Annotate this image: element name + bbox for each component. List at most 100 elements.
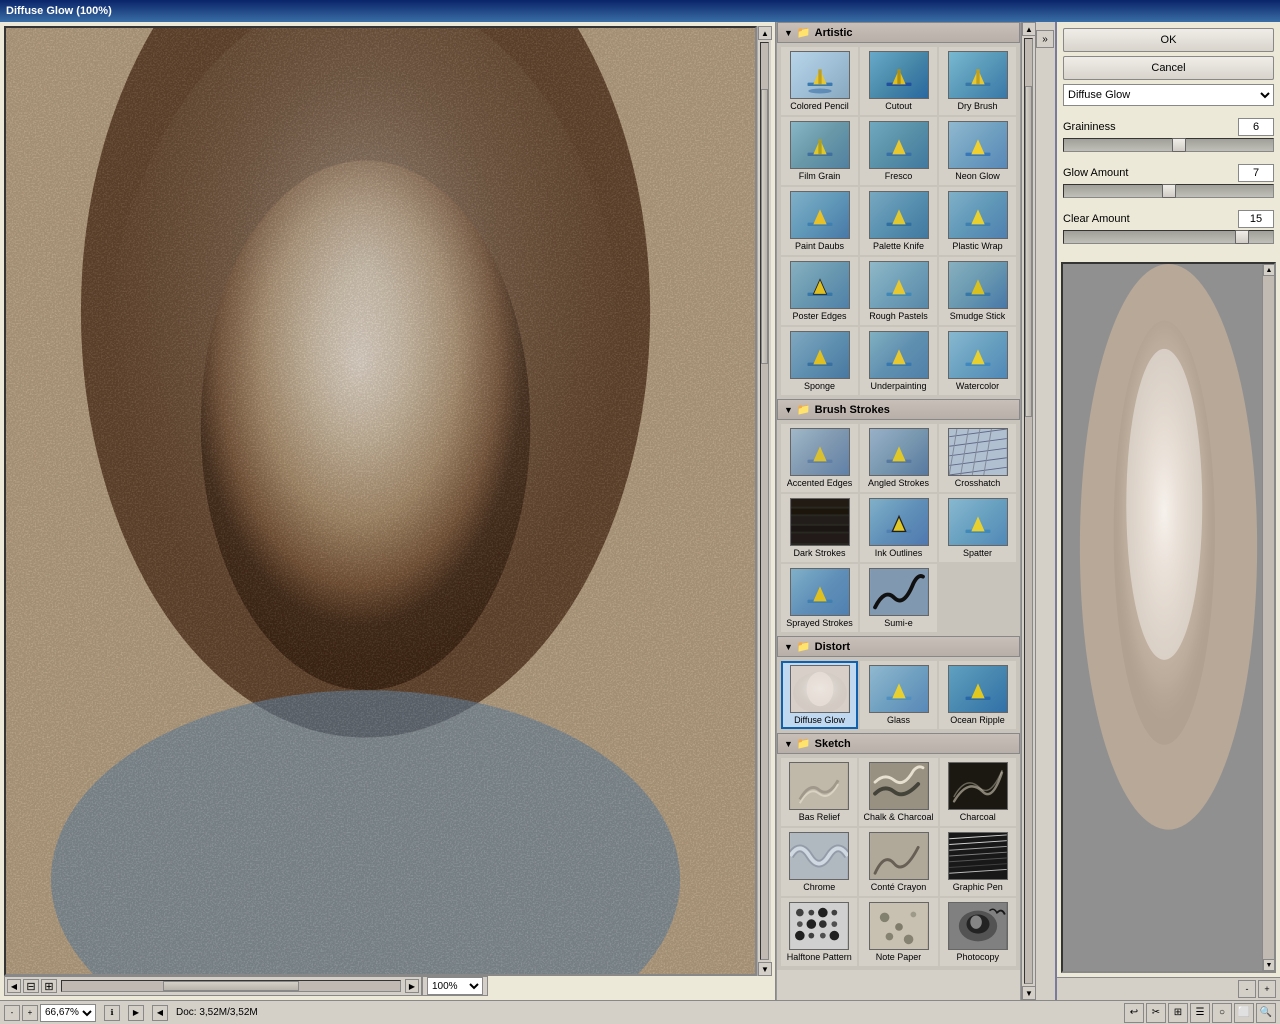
- filter-angled-strokes-thumb: [869, 428, 929, 476]
- toolbar-icon-6[interactable]: ⬜: [1234, 1003, 1254, 1023]
- filter-rough-pastels[interactable]: Rough Pastels: [860, 257, 937, 325]
- filter-paint-daubs[interactable]: Paint Daubs: [781, 187, 858, 255]
- filter-plastic-wrap[interactable]: Plastic Wrap: [939, 187, 1016, 255]
- toolbar-icon-1[interactable]: ↩: [1124, 1003, 1144, 1023]
- filter-dry-brush[interactable]: Dry Brush: [939, 47, 1016, 115]
- status-nav-btn[interactable]: ▶: [128, 1005, 144, 1021]
- filter-conte-crayon[interactable]: Conté Crayon: [859, 828, 937, 896]
- v-scrollbar-track[interactable]: [760, 42, 769, 960]
- filter-fresco[interactable]: Fresco: [860, 117, 937, 185]
- filter-dark-strokes-label: Dark Strokes: [793, 548, 845, 558]
- filters-panel[interactable]: ▼ 📁 Artistic: [776, 22, 1021, 1000]
- filter-accented-edges[interactable]: Accented Edges: [781, 424, 858, 492]
- filter-scroll-up-btn[interactable]: ▲: [1022, 22, 1036, 36]
- filter-angled-strokes[interactable]: Angled Strokes: [860, 424, 937, 492]
- filter-chrome[interactable]: Chrome: [781, 828, 857, 896]
- preview-icons-bar: - +: [1057, 977, 1280, 1000]
- filter-scrollbar-track[interactable]: [1024, 38, 1033, 984]
- filter-film-grain-label: Film Grain: [799, 171, 841, 181]
- filter-diffuse-glow[interactable]: Diffuse Glow: [781, 661, 858, 729]
- scroll-left-btn[interactable]: ◀: [7, 979, 21, 993]
- zoom-out-btn[interactable]: -: [4, 1005, 20, 1021]
- artistic-label: Artistic: [815, 27, 853, 39]
- toolbar-icon-4[interactable]: ☰: [1190, 1003, 1210, 1023]
- category-distort-header[interactable]: ▼ 📁 Distort: [777, 636, 1020, 657]
- filter-smudge-stick[interactable]: Smudge Stick: [939, 257, 1016, 325]
- clear-amount-thumb[interactable]: [1235, 230, 1249, 244]
- filter-chalk-charcoal[interactable]: Chalk & Charcoal: [859, 758, 937, 826]
- status-zoom-select[interactable]: 66,67% 100% 50%: [40, 1004, 96, 1022]
- h-scrollbar-thumb[interactable]: [163, 981, 298, 991]
- filter-sponge[interactable]: Sponge: [781, 327, 858, 395]
- effect-dropdown[interactable]: Diffuse Glow Glass Ocean Ripple: [1063, 84, 1274, 106]
- graininess-value[interactable]: [1238, 118, 1274, 136]
- filter-dark-strokes[interactable]: Dark Strokes: [781, 494, 858, 562]
- category-brush-strokes-header[interactable]: ▼ 📁 Brush Strokes: [777, 399, 1020, 420]
- graininess-thumb[interactable]: [1172, 138, 1186, 152]
- filter-halftone-pattern[interactable]: Halftone Pattern: [781, 898, 857, 966]
- zoom-select[interactable]: 100% 66.67% 50% 33.33%: [427, 977, 483, 995]
- filter-bas-relief[interactable]: Bas Relief: [781, 758, 857, 826]
- filter-plastic-wrap-label: Plastic Wrap: [952, 241, 1002, 251]
- glow-amount-thumb[interactable]: [1162, 184, 1176, 198]
- toolbar-icon-3[interactable]: ⊞: [1168, 1003, 1188, 1023]
- scroll-up-btn[interactable]: ▲: [758, 26, 772, 40]
- category-sketch-header[interactable]: ▼ 📁 Sketch: [777, 733, 1020, 754]
- collapse-panel-btn[interactable]: »: [1035, 22, 1055, 1000]
- filter-crosshatch[interactable]: Crosshatch: [939, 424, 1016, 492]
- canvas-area[interactable]: [4, 26, 757, 976]
- status-info-btn[interactable]: ℹ: [104, 1005, 120, 1021]
- preview-scrollbar[interactable]: ▲ ▼: [1262, 264, 1274, 971]
- zoom-fill-btn[interactable]: ⊞: [41, 979, 57, 993]
- filter-watercolor[interactable]: Watercolor: [939, 327, 1016, 395]
- ok-button[interactable]: OK: [1063, 28, 1274, 52]
- filter-charcoal[interactable]: Charcoal: [940, 758, 1016, 826]
- zoom-in-btn[interactable]: +: [22, 1005, 38, 1021]
- filter-underpainting[interactable]: Underpainting: [860, 327, 937, 395]
- filter-ocean-ripple[interactable]: Ocean Ripple: [939, 661, 1016, 729]
- collapse-arrow-icon[interactable]: »: [1036, 30, 1054, 48]
- filter-colored-pencil[interactable]: Colored Pencil: [781, 47, 858, 115]
- filter-palette-knife[interactable]: Palette Knife: [860, 187, 937, 255]
- toolbar-icon-2[interactable]: ✂: [1146, 1003, 1166, 1023]
- glow-amount-slider[interactable]: [1063, 184, 1274, 198]
- filter-poster-edges[interactable]: Poster Edges: [781, 257, 858, 325]
- filters-scrollbar[interactable]: ▲ ▼: [1021, 22, 1035, 1000]
- zoom-fit-btn[interactable]: ⊟: [23, 979, 39, 993]
- graininess-slider[interactable]: [1063, 138, 1274, 152]
- filter-note-paper[interactable]: Note Paper: [859, 898, 937, 966]
- filter-scrollbar-thumb[interactable]: [1025, 86, 1032, 416]
- filter-photocopy[interactable]: Photocopy: [940, 898, 1016, 966]
- glow-amount-value[interactable]: [1238, 164, 1274, 182]
- preview-scroll-down[interactable]: ▼: [1263, 959, 1275, 971]
- filter-graphic-pen[interactable]: Graphic Pen: [940, 828, 1016, 896]
- status-nav-left-btn[interactable]: ◀: [152, 1005, 168, 1021]
- scroll-down-btn[interactable]: ▼: [758, 962, 772, 976]
- filter-cutout[interactable]: Cutout: [860, 47, 937, 115]
- preview-scroll-track[interactable]: [1263, 276, 1274, 959]
- category-artistic-header[interactable]: ▼ 📁 Artistic: [777, 22, 1020, 43]
- preview-zoom-in-btn[interactable]: +: [1258, 980, 1276, 998]
- filter-sumi-e[interactable]: Sumi-e: [860, 564, 937, 632]
- clear-amount-slider[interactable]: [1063, 230, 1274, 244]
- zoom-control[interactable]: 100% 66.67% 50% 33.33%: [422, 976, 488, 996]
- h-scrollbar-track[interactable]: [61, 980, 401, 992]
- clear-amount-value[interactable]: [1238, 210, 1274, 228]
- toolbar-icon-5[interactable]: ○: [1212, 1003, 1232, 1023]
- filter-chrome-thumb: [789, 832, 849, 880]
- toolbar-icon-7[interactable]: 🔍: [1256, 1003, 1276, 1023]
- canvas-v-scrollbar[interactable]: ▲ ▼: [757, 26, 771, 976]
- filter-ink-outlines[interactable]: Ink Outlines: [860, 494, 937, 562]
- filter-neon-glow[interactable]: Neon Glow: [939, 117, 1016, 185]
- preview-scroll-up[interactable]: ▲: [1263, 264, 1275, 276]
- effect-select[interactable]: Diffuse Glow Glass Ocean Ripple: [1063, 84, 1274, 106]
- filter-scroll-down-btn[interactable]: ▼: [1022, 986, 1036, 1000]
- cancel-button[interactable]: Cancel: [1063, 56, 1274, 80]
- filter-glass[interactable]: Glass: [860, 661, 937, 729]
- filter-film-grain[interactable]: Film Grain: [781, 117, 858, 185]
- filter-sprayed-strokes[interactable]: Sprayed Strokes: [781, 564, 858, 632]
- preview-zoom-out-btn[interactable]: -: [1238, 980, 1256, 998]
- scroll-right-btn[interactable]: ▶: [405, 979, 419, 993]
- filter-spatter[interactable]: Spatter: [939, 494, 1016, 562]
- v-scrollbar-thumb[interactable]: [761, 89, 768, 364]
